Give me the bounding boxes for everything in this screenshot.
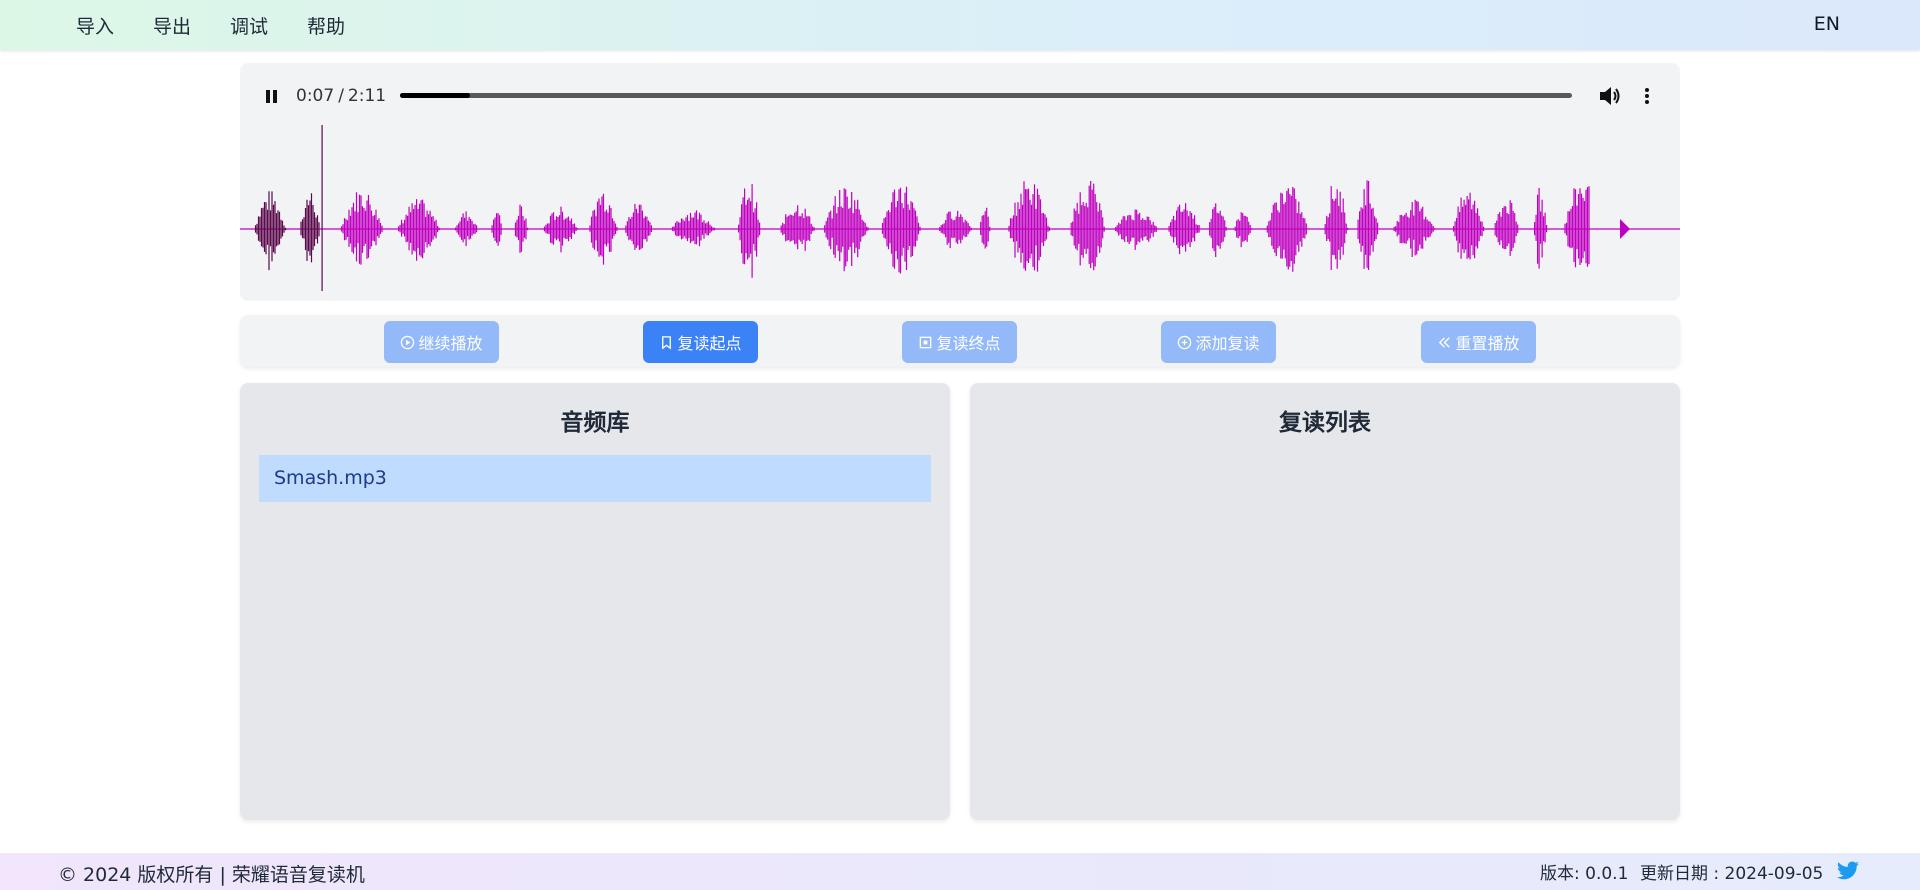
double-chevron-left-icon	[1439, 336, 1451, 348]
continue-play-label: 继续播放	[418, 336, 483, 353]
nav-debug[interactable]: 调试	[230, 12, 268, 39]
audio-library-title: 音频库	[560, 410, 630, 436]
audio-library-panel: 音频库 Smash.mp3	[240, 383, 950, 820]
audio-player-card: 0:07/2:11	[240, 63, 1680, 301]
end-marker-icon	[1620, 219, 1630, 239]
audio-controls: 0:07/2:11	[240, 63, 1680, 125]
waveform-played	[254, 191, 320, 271]
plus-circle-icon	[1178, 335, 1192, 349]
version-text: 版本: 0.0.1	[1540, 864, 1629, 884]
repeat-start-button[interactable]: 复读起点	[643, 321, 758, 363]
bookmark-icon	[662, 335, 672, 349]
square-stop-icon	[920, 336, 932, 348]
add-repeat-label: 添加复读	[1195, 336, 1260, 353]
language-toggle[interactable]: EN	[1814, 13, 1840, 35]
repeat-list-title: 复读列表	[1279, 410, 1371, 436]
update-date-text: 更新日期 : 2024-09-05	[1640, 864, 1824, 884]
more-options-icon[interactable]	[1640, 85, 1654, 107]
play-circle-icon	[401, 335, 415, 349]
repeat-end-label: 复读终点	[936, 336, 1001, 353]
nav-help[interactable]: 帮助	[307, 12, 345, 39]
top-nav-bar: 导入 导出 调试 帮助 EN	[0, 0, 1920, 50]
progress-fill	[400, 93, 471, 98]
twitter-icon[interactable]	[1836, 859, 1860, 883]
reset-play-label: 重置播放	[1455, 336, 1520, 353]
duration: 2:11	[347, 86, 387, 106]
time-display: 0:07/2:11	[296, 86, 386, 106]
nav-export[interactable]: 导出	[153, 12, 191, 39]
reset-play-button[interactable]: 重置播放	[1421, 321, 1536, 363]
library-item[interactable]: Smash.mp3	[259, 455, 931, 502]
add-repeat-button[interactable]: 添加复读	[1161, 321, 1276, 363]
copyright-text: © 2024 版权所有 | 荣耀语音复读机	[58, 864, 365, 886]
footer: © 2024 版权所有 | 荣耀语音复读机 版本: 0.0.1 更新日期 : 2…	[0, 853, 1920, 890]
nav-import[interactable]: 导入	[76, 12, 114, 39]
repeat-list-panel: 复读列表	[970, 383, 1680, 820]
repeat-end-button[interactable]: 复读终点	[902, 321, 1017, 363]
continue-play-button[interactable]: 继续播放	[384, 321, 499, 363]
repeat-start-label: 复读起点	[677, 336, 742, 353]
time-separator: /	[338, 86, 344, 106]
progress-slider[interactable]	[400, 93, 1572, 98]
current-time: 0:07	[296, 86, 335, 106]
pause-icon[interactable]	[262, 87, 282, 107]
volume-icon[interactable]	[1598, 85, 1622, 107]
waveform-view[interactable]	[240, 125, 1680, 301]
repeat-controls-bar: 继续播放 复读起点 复读终点 添加复读 重置播放	[240, 315, 1680, 367]
